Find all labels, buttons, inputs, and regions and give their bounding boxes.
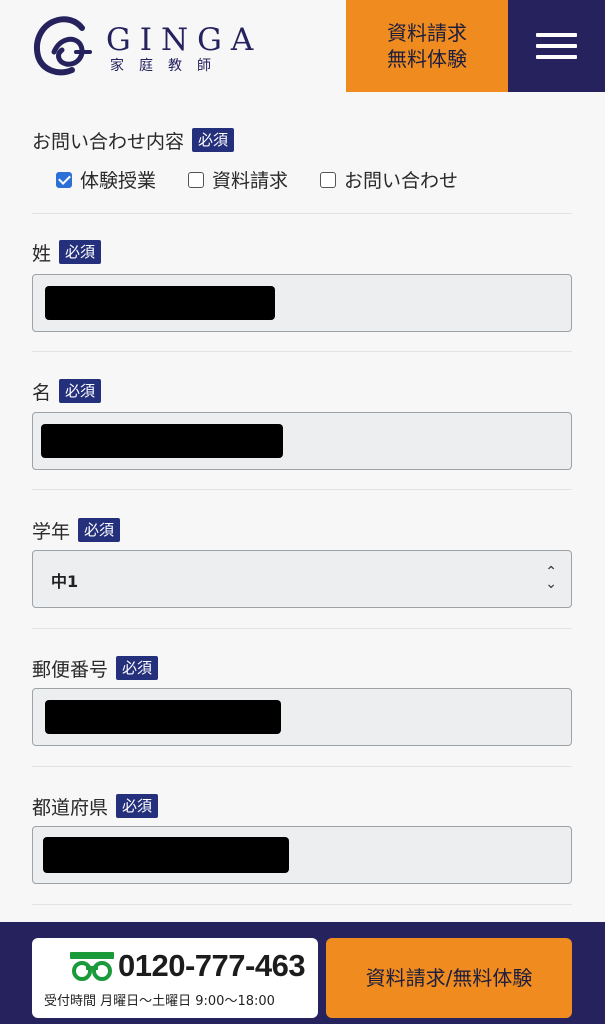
checkbox-label: 資料請求 bbox=[212, 170, 289, 192]
divider bbox=[32, 351, 572, 352]
phone-hours: 受付時間 月曜日〜土曜日 9:00〜18:00 bbox=[44, 994, 275, 1009]
prefecture-input[interactable] bbox=[32, 826, 572, 884]
first-name-input[interactable] bbox=[32, 412, 572, 470]
grade-label: 学年 bbox=[32, 520, 71, 543]
required-badge: 必須 bbox=[78, 518, 121, 542]
checkbox-label: お問い合わせ bbox=[344, 170, 459, 192]
inquiry-type-label: お問い合わせ内容 bbox=[32, 130, 185, 153]
checkbox-checked-icon[interactable] bbox=[56, 171, 72, 188]
last-name-group: 姓 必須 bbox=[32, 238, 572, 266]
required-badge: 必須 bbox=[59, 379, 102, 403]
required-badge: 必須 bbox=[59, 240, 102, 264]
checkbox-document-request[interactable]: 資料請求 bbox=[188, 166, 288, 193]
prefecture-label: 都道府県 bbox=[32, 796, 109, 819]
grade-selected-value: 中1 bbox=[51, 572, 79, 591]
grade-group: 学年 必須 bbox=[32, 516, 572, 544]
last-name-input[interactable] bbox=[32, 274, 572, 332]
first-name-group: 名 必須 bbox=[32, 377, 572, 405]
postal-code-input[interactable] bbox=[32, 688, 572, 746]
page: GINGA 家庭教師 資料請求 無料体験 お問い合わせ内容 必須 体験授業 資料… bbox=[0, 0, 605, 1024]
last-name-label: 姓 bbox=[32, 242, 52, 265]
freedial-icon bbox=[70, 952, 114, 981]
header-cta-line2: 無料体験 bbox=[387, 47, 467, 71]
postal-code-label: 郵便番号 bbox=[32, 658, 109, 681]
required-badge: 必須 bbox=[192, 128, 235, 152]
hamburger-menu-button[interactable] bbox=[508, 0, 605, 92]
grade-select[interactable]: 中1 ⌃ ⌄ bbox=[32, 550, 572, 608]
checkbox-trial-lesson[interactable]: 体験授業 bbox=[56, 166, 156, 193]
divider bbox=[32, 628, 572, 629]
logo-name: GINGA bbox=[106, 22, 263, 58]
required-badge: 必須 bbox=[116, 794, 159, 818]
header-request-trial-button[interactable]: 資料請求 無料体験 bbox=[346, 0, 508, 92]
first-name-label: 名 bbox=[32, 381, 52, 404]
checkbox-unchecked-icon[interactable] bbox=[188, 171, 205, 188]
footer-request-trial-button[interactable]: 資料請求/無料体験 bbox=[326, 938, 572, 1018]
redacted-value bbox=[45, 286, 275, 320]
ginga-logo[interactable]: GINGA 家庭教師 bbox=[30, 14, 330, 78]
logo-subtitle: 家庭教師 bbox=[110, 58, 226, 74]
redacted-value bbox=[41, 424, 283, 458]
divider bbox=[32, 489, 572, 490]
select-updown-icon: ⌃ ⌄ bbox=[545, 564, 557, 592]
redacted-value bbox=[45, 700, 281, 734]
phone-number: 0120-777-463 bbox=[118, 948, 306, 983]
checkbox-inquiry[interactable]: お問い合わせ bbox=[320, 166, 458, 193]
divider bbox=[32, 213, 572, 214]
required-badge: 必須 bbox=[116, 656, 159, 680]
menu-bar-icon bbox=[536, 55, 577, 59]
redacted-value bbox=[43, 837, 289, 873]
inquiry-type-options: 体験授業 資料請求 お問い合わせ bbox=[56, 166, 490, 193]
divider bbox=[32, 766, 572, 767]
inquiry-type-group: お問い合わせ内容 必須 bbox=[32, 126, 572, 154]
postal-code-group: 郵便番号 必須 bbox=[32, 654, 572, 682]
header-cta-line1: 資料請求 bbox=[387, 21, 467, 45]
phone-call-button[interactable]: 0120-777-463 受付時間 月曜日〜土曜日 9:00〜18:00 bbox=[32, 938, 318, 1018]
site-header: GINGA 家庭教師 資料請求 無料体験 bbox=[0, 0, 605, 92]
menu-bar-icon bbox=[536, 44, 577, 48]
prefecture-group: 都道府県 必須 bbox=[32, 792, 572, 820]
checkbox-label: 体験授業 bbox=[80, 170, 157, 192]
checkbox-unchecked-icon[interactable] bbox=[320, 171, 337, 188]
sticky-footer: 0120-777-463 受付時間 月曜日〜土曜日 9:00〜18:00 資料請… bbox=[0, 922, 605, 1024]
ginga-logo-mark-icon bbox=[34, 16, 92, 76]
divider bbox=[32, 904, 572, 905]
menu-bar-icon bbox=[536, 33, 577, 37]
